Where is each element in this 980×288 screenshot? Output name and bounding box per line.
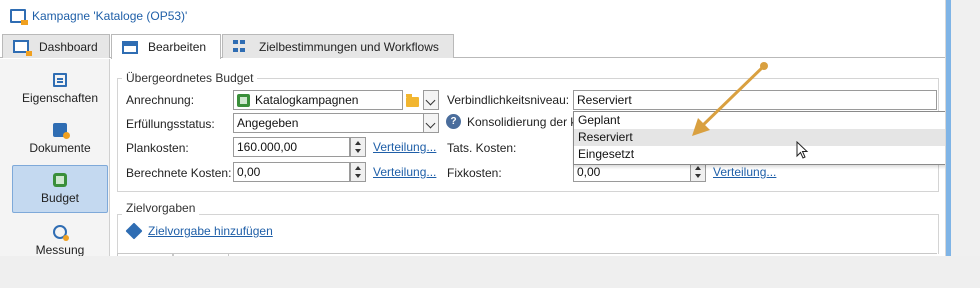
campaign-window: Kampagne 'Kataloge (OP53)' Dashboard Bea… bbox=[0, 0, 947, 257]
documents-icon bbox=[53, 123, 70, 139]
anrechnung-field[interactable]: Katalogkampagnen bbox=[233, 90, 403, 110]
plankosten-value: 160.000,00 bbox=[237, 140, 298, 154]
verbindlichkeit-value: Reserviert bbox=[577, 93, 632, 107]
scrollbar-thumb[interactable] bbox=[946, 0, 951, 256]
erfuellung-select[interactable]: Angegeben bbox=[233, 113, 439, 133]
budget-icon bbox=[53, 173, 67, 187]
fixkosten-value: 0,00 bbox=[577, 165, 601, 179]
fixkosten-label: Fixkosten: bbox=[447, 166, 502, 180]
plankosten-label: Plankosten: bbox=[126, 141, 189, 155]
plankosten-input[interactable]: 160.000,00 bbox=[233, 137, 350, 157]
tag-icon bbox=[125, 222, 143, 240]
sidebar-item-label: Eigenschaften bbox=[21, 91, 99, 105]
vertical-scrollbar[interactable] bbox=[945, 0, 980, 256]
berechnete-kosten-stepper[interactable] bbox=[350, 162, 366, 182]
tab-zielbestimmungen-label: Zielbestimmungen und Workflows bbox=[259, 39, 439, 54]
plankosten-stepper[interactable] bbox=[350, 137, 366, 157]
sidebar: Eigenschaften Dokumente Budget Messung bbox=[0, 59, 110, 257]
campaign-window-icon bbox=[10, 9, 28, 25]
plankosten-verteilung-link[interactable]: Verteilung... bbox=[373, 140, 436, 154]
annotation-arrow-icon bbox=[692, 62, 768, 136]
add-zielvorgabe[interactable]: Zielvorgabe hinzufügen bbox=[125, 222, 273, 240]
tats-kosten-label: Tats. Kosten: bbox=[447, 141, 517, 155]
tab-dashboard-label: Dashboard bbox=[39, 39, 98, 54]
tab-bar: Dashboard Bearbeiten Zielbestimmungen un… bbox=[0, 34, 945, 59]
campaign-icon bbox=[237, 93, 250, 107]
konsolidierung-label: Konsolidierung der k bbox=[467, 115, 577, 129]
fixkosten-verteilung-link[interactable]: Verteilung... bbox=[713, 165, 776, 179]
sidebar-item-label: Budget bbox=[40, 191, 80, 205]
erfuellung-value: Angegeben bbox=[237, 116, 299, 130]
anrechnung-dropdown-button[interactable] bbox=[423, 90, 439, 110]
erfuellung-label: Erfüllungsstatus: bbox=[126, 117, 215, 131]
bottom-strip bbox=[0, 256, 980, 288]
sidebar-item-budget[interactable]: Budget bbox=[12, 165, 108, 213]
dashboard-icon bbox=[13, 40, 32, 56]
budget-group-legend: Übergeordnetes Budget bbox=[122, 71, 258, 85]
sidebar-item-eigenschaften[interactable]: Eigenschaften bbox=[12, 65, 108, 113]
verbindlichkeit-label: Verbindlichkeitsniveau: bbox=[447, 93, 570, 107]
fixkosten-input[interactable]: 0,00 bbox=[573, 162, 691, 182]
tab-bearbeiten[interactable]: Bearbeiten bbox=[111, 34, 221, 59]
workflow-icon bbox=[233, 40, 249, 53]
sidebar-item-label: Dokumente bbox=[29, 141, 91, 155]
berechnete-kosten-value: 0,00 bbox=[237, 165, 261, 179]
berechnete-kosten-input[interactable]: 0,00 bbox=[233, 162, 350, 182]
title-bar: Kampagne 'Kataloge (OP53)' bbox=[0, 0, 945, 32]
sidebar-item-dokumente[interactable]: Dokumente bbox=[12, 115, 108, 163]
tab-zielbestimmungen[interactable]: Zielbestimmungen und Workflows bbox=[222, 34, 454, 58]
fixkosten-stepper[interactable] bbox=[690, 162, 706, 182]
window-title: Kampagne 'Kataloge (OP53)' bbox=[32, 9, 188, 23]
tab-bearbeiten-label: Bearbeiten bbox=[148, 40, 207, 54]
help-icon[interactable]: ? bbox=[446, 114, 461, 129]
berechnete-verteilung-link[interactable]: Verteilung... bbox=[373, 165, 436, 179]
zielvorgabe-hinzufuegen-link[interactable]: Zielvorgabe hinzufügen bbox=[148, 224, 273, 238]
zielvorgaben-legend: Zielvorgaben bbox=[122, 201, 200, 215]
berechnete-kosten-label: Berechnete Kosten: bbox=[126, 166, 232, 180]
anrechnung-value: Katalogkampagnen bbox=[255, 93, 359, 107]
measurement-icon bbox=[53, 225, 69, 241]
sidebar-item-label: Messung bbox=[35, 243, 85, 257]
anrechnung-label: Anrechnung: bbox=[126, 93, 195, 107]
edit-icon bbox=[122, 40, 138, 54]
erfuellung-dropdown-button[interactable] bbox=[423, 113, 439, 133]
folder-icon[interactable] bbox=[406, 94, 419, 107]
properties-icon bbox=[53, 73, 67, 87]
mouse-cursor-icon bbox=[796, 141, 809, 159]
dropdown-option-eingesetzt[interactable]: Eingesetzt bbox=[574, 146, 946, 163]
tab-dashboard[interactable]: Dashboard bbox=[2, 34, 110, 58]
